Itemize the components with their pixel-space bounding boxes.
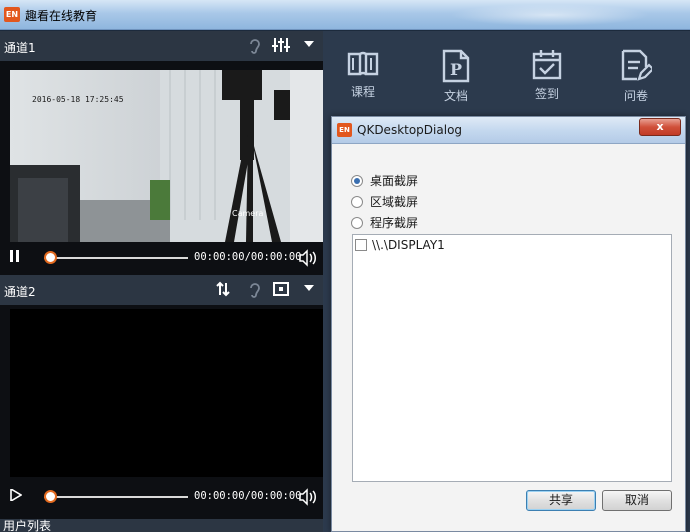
play-icon[interactable] [10,487,23,504]
channel-2-header: 通道2 [0,275,323,305]
desktop-dialog: EN QKDesktopDialog x 桌面截屏 区域截屏 程序截屏 \\.\… [331,116,686,532]
display-checkbox[interactable] [355,239,367,251]
toolbar-document-button[interactable]: P 文档 [426,49,486,104]
video-timestamp-overlay: 2016-05-18 17:25:45 [32,95,124,104]
radio-selected-indicator [351,175,363,187]
camera-feed-image: 2016-05-18 17:25:45 Camera [10,70,323,242]
app-logo-icon: EN [337,123,352,137]
toolbar-checkin-label: 签到 [534,87,559,101]
channel-1-controls: 00:00:00/00:00:00 [0,245,323,271]
toolbar-survey-button[interactable]: 问卷 [606,49,666,104]
cancel-button[interactable]: 取消 [602,490,672,511]
list-item[interactable]: \\.\DISPLAY1 [355,238,445,252]
channel-column: 通道1 2016-05-18 17:25:45 Camera 00:00:00/… [0,31,323,532]
dialog-close-button[interactable]: x [639,118,681,136]
volume-icon[interactable] [298,488,318,506]
channel-1-name: 通道1 [4,41,36,55]
title-bar-glow [450,4,650,26]
app-logo-icon: EN [4,7,20,22]
video-camera-overlay: Camera [232,209,263,218]
toolbar-document-label: 文档 [443,89,468,103]
channel-2-time: 00:00:00/00:00:00 [194,490,302,502]
book-icon [347,51,379,76]
user-list-header[interactable]: 用户列表 [0,519,323,532]
sort-arrows-icon[interactable] [215,281,231,299]
document-icon: P [442,49,470,83]
pause-icon[interactable] [10,250,20,265]
toolbar-survey-label: 问卷 [623,89,648,103]
radio-program-capture-label: 程序截屏 [370,216,419,230]
hearing-icon[interactable] [247,281,263,299]
window-title: 趣看在线教育 [25,9,98,23]
toolbar-course-button[interactable]: 课程 [333,49,393,100]
volume-icon[interactable] [298,249,318,267]
radio-indicator [351,217,363,229]
channel-2-progress-track[interactable] [44,496,188,498]
title-bar[interactable]: EN 趣看在线教育 [0,0,690,30]
toolbar-checkin-button[interactable]: 签到 [517,49,577,102]
dialog-title-bar[interactable]: EN QKDesktopDialog x [332,117,685,144]
toolbar-course-label: 课程 [350,85,375,99]
svg-text:P: P [450,60,462,79]
radio-program-capture[interactable]: 程序截屏 [351,214,418,230]
user-list-label: 用户列表 [3,519,52,532]
channel-2-video[interactable] [10,309,323,477]
dialog-title: QKDesktopDialog [357,123,463,137]
channel-1-video[interactable]: 2016-05-18 17:25:45 Camera [10,70,323,242]
app-window: EN 趣看在线教育 通道1 2016-05-18 17:25:45 Camera… [0,0,690,532]
radio-desktop-capture[interactable]: 桌面截屏 [351,172,418,188]
channel-1-progress-track[interactable] [44,257,188,259]
channel-1-progress-knob[interactable] [44,251,57,264]
calendar-check-icon [532,50,562,80]
channel-1-header: 通道1 [0,31,323,61]
hearing-icon[interactable] [247,37,263,55]
survey-edit-icon [621,49,652,81]
close-icon: x [656,120,664,133]
radio-indicator [351,196,363,208]
equalizer-icon[interactable] [272,37,290,55]
chevron-down-icon[interactable] [301,37,317,55]
display-name: \\.\DISPLAY1 [372,238,445,252]
channel-1-time: 00:00:00/00:00:00 [194,251,302,263]
radio-region-capture[interactable]: 区域截屏 [351,193,418,209]
chevron-down-icon[interactable] [301,281,317,299]
screen-icon[interactable] [272,281,289,299]
radio-desktop-capture-label: 桌面截屏 [370,174,419,188]
display-list[interactable]: \\.\DISPLAY1 [352,234,672,482]
radio-region-capture-label: 区域截屏 [370,195,419,209]
channel-2-progress-knob[interactable] [44,490,57,503]
share-button[interactable]: 共享 [526,490,596,511]
channel-2-controls: 00:00:00/00:00:00 [0,484,323,510]
channel-2-name: 通道2 [4,285,36,299]
